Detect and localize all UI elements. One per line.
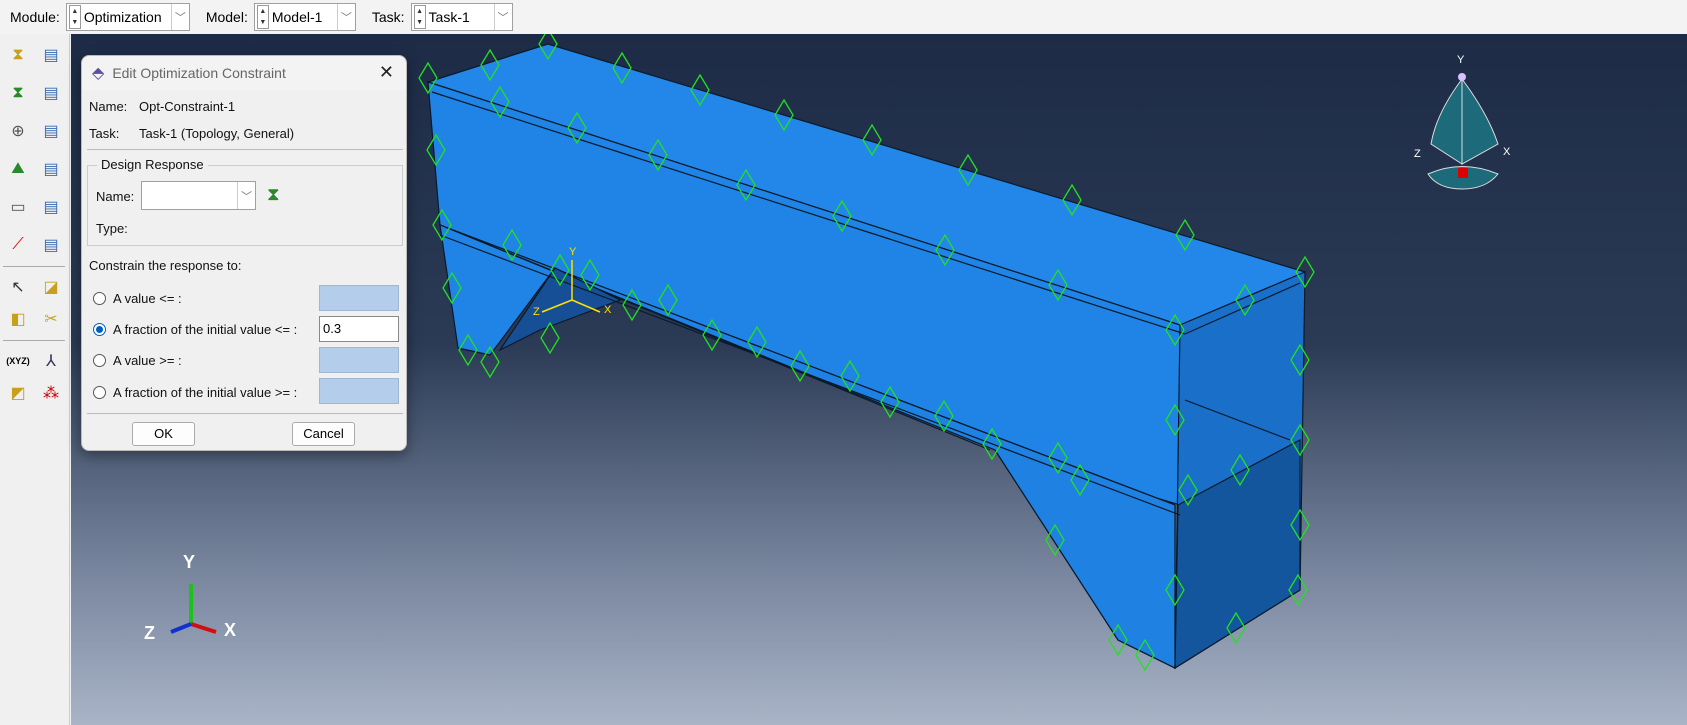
- dialog-title: Edit Optimization Constraint: [112, 65, 286, 81]
- spin-icon[interactable]: ▲ ▼: [256, 5, 269, 29]
- design-response-label: Design Response: [97, 157, 208, 172]
- radio-value-ge[interactable]: [93, 354, 106, 367]
- dialog-titlebar[interactable]: ⬘ Edit Optimization Constraint: [82, 56, 406, 90]
- cut-icon[interactable]: ✂: [38, 306, 64, 332]
- task-value: Task-1: [428, 9, 470, 25]
- value-ge-input[interactable]: [319, 347, 399, 373]
- datum-csys-icon[interactable]: (XYZ): [5, 348, 31, 374]
- option-fraction-le-label: A fraction of the initial value <= :: [113, 322, 298, 337]
- divider: [3, 266, 65, 267]
- triad: [170, 584, 217, 634]
- amplitude-icon[interactable]: ⟋: [5, 232, 31, 258]
- option-value-ge-label: A value >= :: [113, 353, 182, 368]
- spin-icon[interactable]: ▲ ▼: [68, 5, 81, 29]
- task-label: Task:: [371, 9, 405, 25]
- amplitude-manager-icon[interactable]: ▤: [38, 232, 64, 258]
- local-csys-x: X: [604, 304, 612, 316]
- model-select[interactable]: ▲ ▼ Model-1 ﹀: [253, 3, 356, 31]
- task-value: Task-1 (Topology, General): [139, 126, 295, 141]
- radio-fraction-ge[interactable]: [93, 386, 106, 399]
- task-select[interactable]: ▲ ▼ Task-1 ﹀: [410, 3, 513, 31]
- divider: [3, 340, 65, 341]
- constraint-icon: ⬘: [92, 65, 105, 82]
- name-label: Name:: [89, 99, 128, 114]
- chevron-down-icon[interactable]: ﹀: [237, 182, 255, 209]
- stop-condition-manager-icon[interactable]: ▤: [38, 194, 64, 220]
- divider: [87, 413, 403, 414]
- view-cube-x: X: [1503, 146, 1511, 158]
- view-cube[interactable]: [1416, 64, 1526, 214]
- datum-point-icon[interactable]: ⁂: [38, 380, 64, 406]
- chevron-down-icon[interactable]: ﹀: [170, 4, 189, 30]
- attributes-icon[interactable]: ◧: [5, 306, 31, 332]
- stop-condition-icon[interactable]: ▭: [5, 194, 31, 220]
- response-name-select[interactable]: ﹀: [141, 181, 256, 210]
- context-bar: Module: ▲ ▼ Optimization ﹀ Model: ▲ ▼ Model-1…: [0, 0, 1687, 34]
- local-csys-y: Y: [569, 246, 577, 258]
- triad-z-axis: [170, 622, 192, 634]
- triad-z-label: Z: [144, 623, 155, 643]
- name-value: Opt-Constraint-1: [139, 99, 236, 114]
- partition-icon[interactable]: ◪: [38, 274, 64, 300]
- create-design-response-icon[interactable]: ⧗: [267, 184, 280, 205]
- triad-y-label: Y: [183, 552, 196, 572]
- toolbox: ⧗ ▤ ⧗ ▤ ⊕ ▤ ⛰ ▤ ▭ ▤ ⟋ ▤ ↖ ◪ ◧ ✂ (XYZ) ⅄ …: [0, 34, 70, 725]
- chevron-down-icon[interactable]: ﹀: [336, 4, 355, 30]
- ok-button[interactable]: OK: [132, 422, 195, 446]
- module-label: Module:: [10, 9, 60, 25]
- spin-icon[interactable]: ▲ ▼: [413, 5, 426, 29]
- value-le-input[interactable]: [319, 285, 399, 311]
- create-design-response-icon[interactable]: ⧗: [5, 42, 31, 68]
- view-cube-z: Z: [1414, 148, 1421, 160]
- type-label: Type:: [96, 221, 128, 236]
- create-objective-icon[interactable]: ⧗: [5, 80, 31, 106]
- design-response-manager-icon[interactable]: ▤: [38, 42, 64, 68]
- fraction-le-input[interactable]: 0.3: [319, 316, 399, 342]
- radio-value-le[interactable]: [93, 292, 106, 305]
- edit-optimization-constraint-dialog: ⬘ Edit Optimization Constraint ✕ Name: O…: [81, 55, 407, 451]
- fraction-ge-input[interactable]: [319, 378, 399, 404]
- query-icon[interactable]: ↖: [5, 274, 31, 300]
- response-name-label: Name:: [96, 189, 135, 204]
- option-fraction-ge-label: A fraction of the initial value >= :: [113, 385, 298, 400]
- module-value: Optimization: [83, 9, 162, 25]
- datum-axis-icon[interactable]: ⅄: [38, 348, 64, 374]
- view-cube-y: Y: [1457, 54, 1465, 66]
- model-label: Model:: [205, 9, 248, 25]
- module-select[interactable]: ▲ ▼ Optimization ﹀: [65, 3, 190, 31]
- radio-fraction-le[interactable]: [93, 323, 106, 336]
- cancel-button[interactable]: Cancel: [292, 422, 355, 446]
- datum-plane-icon[interactable]: ◩: [5, 380, 31, 406]
- divider: [87, 149, 403, 150]
- local-csys-z: Z: [533, 306, 540, 318]
- objective-manager-icon[interactable]: ▤: [38, 80, 64, 106]
- option-value-le-label: A value <= :: [113, 291, 182, 306]
- geometric-restriction-icon[interactable]: ⛰: [5, 156, 31, 182]
- task-label: Task:: [89, 126, 120, 141]
- create-constraint-icon[interactable]: ⊕: [5, 118, 31, 144]
- constraint-manager-icon[interactable]: ▤: [38, 118, 64, 144]
- constrain-label: Constrain the response to:: [89, 258, 242, 273]
- close-icon[interactable]: ✕: [379, 62, 394, 83]
- restriction-manager-icon[interactable]: ▤: [38, 156, 64, 182]
- triad-x-axis: [190, 622, 217, 634]
- chevron-down-icon[interactable]: ﹀: [493, 4, 512, 30]
- model-value: Model-1: [271, 9, 323, 25]
- triad-x-label: X: [224, 620, 237, 640]
